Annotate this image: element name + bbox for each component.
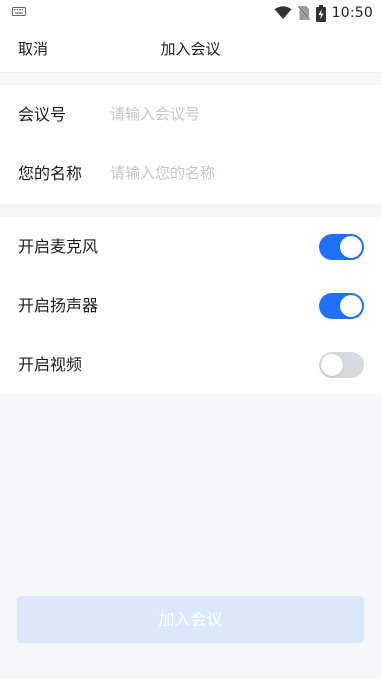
video-label: 开启视频: [18, 355, 83, 374]
video-toggle[interactable]: [319, 352, 364, 378]
microphone-row: 开启麦克风: [0, 217, 381, 276]
no-sim-icon: [297, 5, 310, 21]
video-row: 开启视频: [0, 335, 381, 394]
meeting-id-input[interactable]: [104, 99, 366, 129]
name-input[interactable]: [104, 158, 366, 188]
cancel-button[interactable]: 取消: [18, 26, 48, 72]
meeting-id-row: 会议号: [0, 85, 381, 144]
speaker-toggle[interactable]: [319, 293, 364, 319]
microphone-toggle[interactable]: [319, 234, 364, 260]
status-bar: 10:50: [0, 0, 381, 26]
keyboard-icon: [12, 7, 26, 16]
meeting-info-group: 会议号 您的名称: [0, 85, 381, 204]
name-label: 您的名称: [18, 164, 83, 183]
microphone-label: 开启麦克风: [18, 237, 99, 256]
speaker-label: 开启扬声器: [18, 296, 99, 315]
toggle-knob: [340, 236, 362, 258]
settings-group: 开启麦克风 开启扬声器 开启视频: [0, 217, 381, 394]
toggle-knob: [321, 354, 343, 376]
wifi-icon: [274, 6, 292, 19]
meeting-id-label: 会议号: [18, 105, 67, 124]
status-time: 10:50: [331, 5, 373, 21]
speaker-row: 开启扬声器: [0, 276, 381, 335]
page-title: 加入会议: [160, 40, 221, 58]
join-meeting-button[interactable]: 加入会议: [17, 596, 364, 643]
nav-bar: 加入会议 取消: [0, 26, 381, 73]
battery-charging-icon: [315, 4, 326, 22]
name-row: 您的名称: [0, 144, 381, 203]
toggle-knob: [340, 295, 362, 317]
